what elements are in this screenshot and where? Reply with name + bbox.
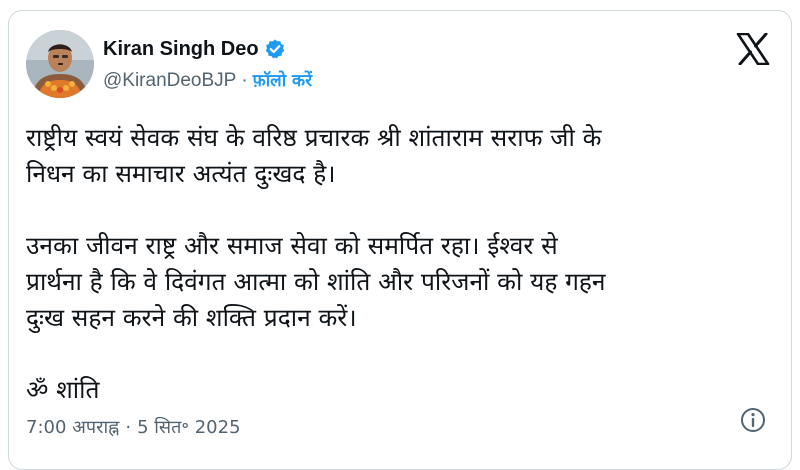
- tweet-card: Kiran Singh Deo @KiranDeoBJP · फ़ॉलो करे…: [8, 10, 792, 470]
- verified-badge-icon[interactable]: [264, 38, 286, 60]
- x-logo-icon[interactable]: [736, 32, 770, 66]
- avatar-image: [26, 30, 94, 98]
- tweet-text: राष्ट्रीय स्वयं सेवक संघ के वरिष्ठ प्रचा…: [26, 120, 776, 408]
- tweet-paragraph: राष्ट्रीय स्वयं सेवक संघ के वरिष्ठ प्रचा…: [26, 123, 602, 188]
- tweet-paragraph: उनका जीवन राष्ट्र और समाज सेवा को समर्पि…: [26, 231, 606, 332]
- tweet-date: 5 सित॰ 2025: [137, 417, 241, 438]
- follow-button[interactable]: फ़ॉलो करें: [253, 69, 312, 93]
- author-handle[interactable]: @KiranDeoBJP: [103, 69, 236, 93]
- handle-separator: ·: [241, 70, 248, 91]
- tweet-time: 7:00 अपराह्न: [26, 417, 120, 438]
- author-name-row: Kiran Singh Deo: [103, 36, 286, 62]
- avatar[interactable]: [26, 30, 94, 98]
- info-icon[interactable]: [739, 406, 767, 434]
- author-handle-row: @KiranDeoBJP · फ़ॉलो करें: [103, 69, 312, 93]
- tweet-timestamp[interactable]: 7:00 अपराह्न · 5 सित॰ 2025: [26, 415, 241, 439]
- author-display-name[interactable]: Kiran Singh Deo: [103, 36, 259, 62]
- timestamp-separator: ·: [125, 416, 132, 438]
- tweet-paragraph: ॐ शांति: [26, 375, 100, 404]
